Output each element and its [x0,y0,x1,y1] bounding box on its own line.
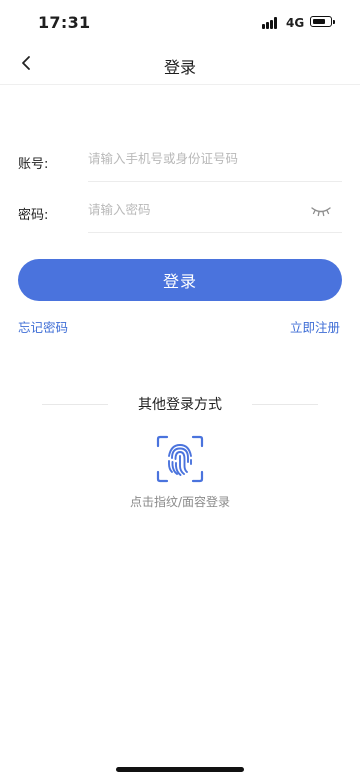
register-link[interactable]: 立即注册 [290,317,340,336]
login-button[interactable]: 登录 [18,259,342,301]
eye-closed-icon[interactable] [310,203,332,217]
divider-right [252,404,318,405]
account-label: 账号: [18,157,49,172]
network-label: 4G [286,16,305,30]
page-title: 登录 [163,58,196,77]
home-indicator [116,767,244,772]
nav-bar: 登录 [0,46,360,85]
status-time: 17:31 [38,13,91,32]
password-input[interactable] [88,187,342,233]
password-row: 密码: [18,187,342,237]
status-bar: 17:31 4G [0,0,360,46]
fingerprint-icon[interactable] [155,434,205,484]
signal-icon [262,17,281,29]
password-label: 密码: [18,208,49,223]
account-input[interactable] [88,136,342,182]
forgot-password-link[interactable]: 忘记密码 [18,317,68,336]
fingerprint-login-hint[interactable]: 点击指纹/面容登录 [0,493,360,510]
account-row: 账号: [18,136,342,186]
battery-icon [310,16,335,27]
